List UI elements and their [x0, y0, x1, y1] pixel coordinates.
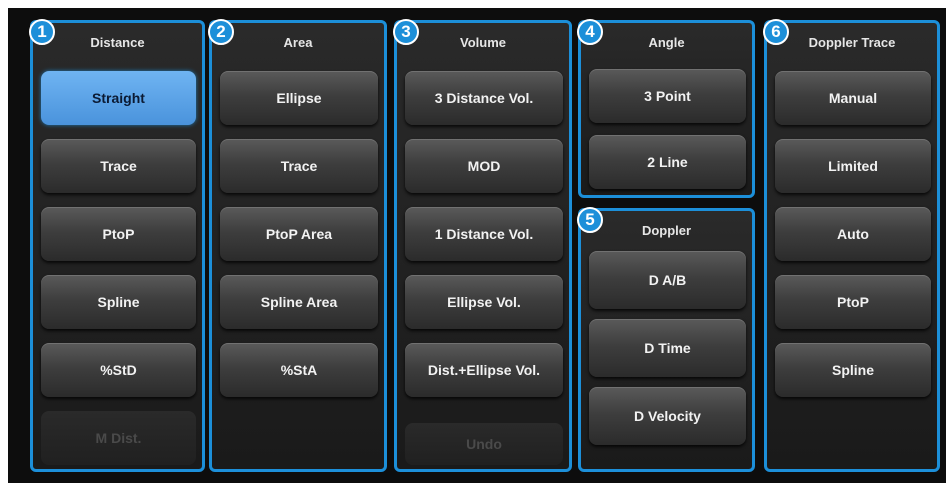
panel-doppler: 5 Doppler D A/B D Time D Velocity [577, 207, 755, 472]
panel-angle: 4 Angle 3 Point 2 Line [577, 19, 755, 198]
panel-distance: 1 Distance Straight Trace PtoP Spline %S… [29, 19, 205, 472]
panel-title: Volume [460, 35, 506, 50]
panel-volume: 3 Volume 3 Distance Vol. MOD 1 Distance … [393, 19, 572, 472]
volume-3-distance-button[interactable]: 3 Distance Vol. [405, 71, 563, 125]
panel-title: Distance [90, 35, 145, 50]
distance-m-dist-button: M Dist. [41, 411, 196, 465]
panel-title: Doppler Trace [808, 35, 896, 50]
area-trace-button[interactable]: Trace [220, 139, 378, 193]
doppler-trace-spline-button[interactable]: Spline [775, 343, 931, 397]
angle-2-line-button[interactable]: 2 Line [589, 135, 746, 189]
panel-area: 2 Area Ellipse Trace PtoP Area Spline Ar… [208, 19, 387, 472]
volume-dist-ellipse-button[interactable]: Dist.+Ellipse Vol. [405, 343, 563, 397]
volume-ellipse-button[interactable]: Ellipse Vol. [405, 275, 563, 329]
area-ellipse-button[interactable]: Ellipse [220, 71, 378, 125]
volume-1-distance-button[interactable]: 1 Distance Vol. [405, 207, 563, 261]
area-ptop-area-button[interactable]: PtoP Area [220, 207, 378, 261]
doppler-trace-auto-button[interactable]: Auto [775, 207, 931, 261]
distance-spline-button[interactable]: Spline [41, 275, 196, 329]
volume-undo-button: Undo [405, 423, 563, 465]
volume-mod-button[interactable]: MOD [405, 139, 563, 193]
panel-title: Doppler [641, 223, 692, 238]
panel-doppler-trace: 6 Doppler Trace Manual Limited Auto PtoP… [763, 19, 940, 472]
distance-std-percent-button[interactable]: %StD [41, 343, 196, 397]
area-sta-percent-button[interactable]: %StA [220, 343, 378, 397]
distance-trace-button[interactable]: Trace [41, 139, 196, 193]
distance-ptop-button[interactable]: PtoP [41, 207, 196, 261]
doppler-trace-limited-button[interactable]: Limited [775, 139, 931, 193]
distance-straight-button[interactable]: Straight [41, 71, 196, 125]
doppler-d-time-button[interactable]: D Time [589, 319, 746, 377]
area-spline-area-button[interactable]: Spline Area [220, 275, 378, 329]
panel-title: Angle [648, 35, 685, 50]
doppler-trace-manual-button[interactable]: Manual [775, 71, 931, 125]
doppler-d-velocity-button[interactable]: D Velocity [589, 387, 746, 445]
doppler-trace-ptop-button[interactable]: PtoP [775, 275, 931, 329]
panel-title: Area [283, 35, 313, 50]
doppler-d-ab-button[interactable]: D A/B [589, 251, 746, 309]
measurement-menu-screen: 1 Distance Straight Trace PtoP Spline %S… [8, 8, 946, 483]
angle-3-point-button[interactable]: 3 Point [589, 69, 746, 123]
